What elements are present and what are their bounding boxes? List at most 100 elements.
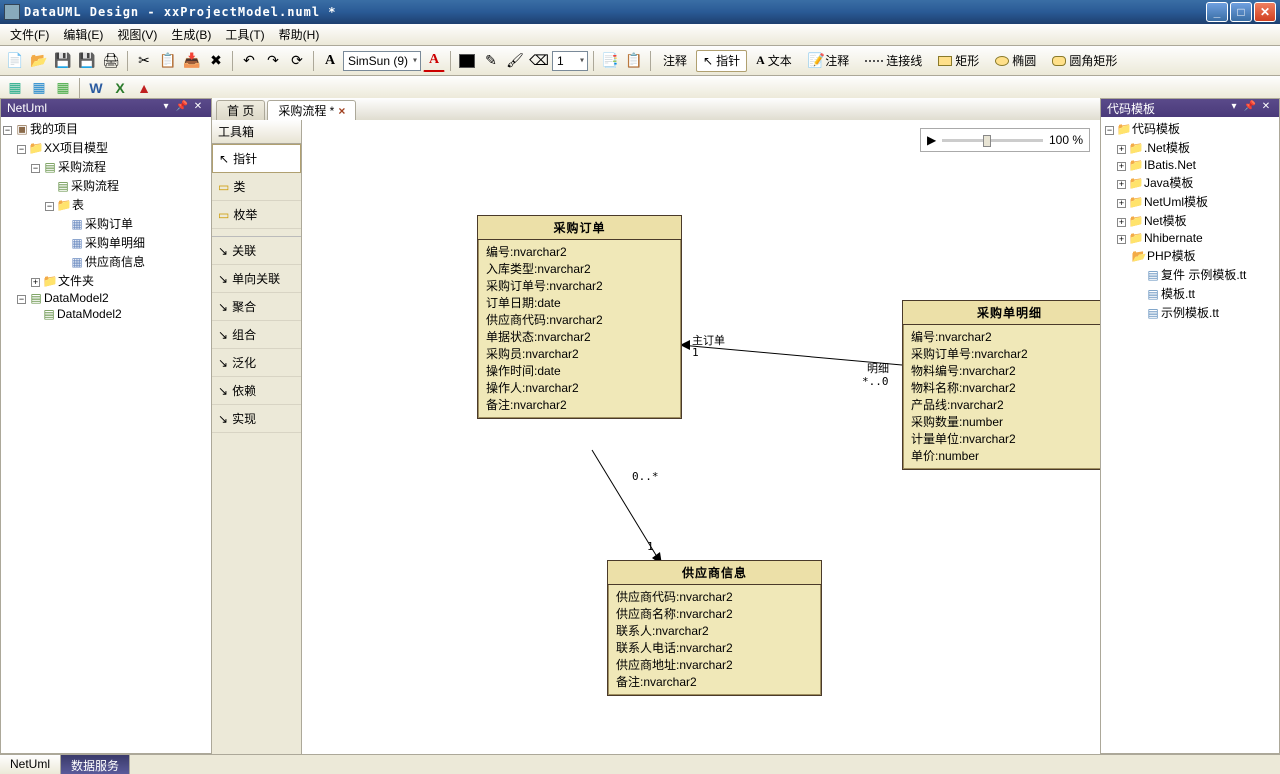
uml-class-supplier[interactable]: 供应商信息 供应商代码:nvarchar2 供应商名称:nvarchar2联系人…	[607, 560, 822, 696]
rpanel-pin-icon[interactable]: 📌	[1243, 101, 1257, 115]
menu-edit[interactable]: 编辑(E)	[57, 24, 109, 45]
tree-buyflow-diagram[interactable]: ▤采购流程	[3, 176, 209, 195]
tpl-folder[interactable]: +📁IBatis.Net	[1103, 157, 1277, 173]
tool-general[interactable]: ↘泛化	[212, 349, 301, 377]
tree-root[interactable]: −▣我的项目	[3, 119, 209, 138]
font-letter-icon[interactable]: A	[319, 50, 341, 72]
rpanel-close-icon[interactable]: ✕	[1259, 101, 1273, 115]
tpl-root[interactable]: −📁代码模板	[1103, 119, 1277, 138]
diagram-canvas[interactable]: ▶ 100 % 采购订单 编号:nvarchar2 入库类型:nvarchar2…	[302, 120, 1100, 754]
mode-comment[interactable]: 注释	[656, 50, 694, 72]
tree-projmodel[interactable]: −📁XX项目模型	[3, 138, 209, 157]
tree-table-detail[interactable]: ▦采购单明细	[3, 233, 209, 252]
minimize-button[interactable]: _	[1206, 2, 1228, 22]
font-color-icon[interactable]: A	[423, 50, 445, 72]
tb2-word-icon[interactable]: W	[85, 77, 107, 99]
pencil-icon[interactable]: ✎	[480, 50, 502, 72]
rpanel-menu-icon[interactable]: ▾	[1227, 101, 1241, 115]
save-all-icon[interactable]: 💾	[76, 50, 98, 72]
toolbox-title: 工具箱	[212, 120, 301, 144]
paste-icon[interactable]: 📥	[181, 50, 203, 72]
cut-icon[interactable]: ✂	[133, 50, 155, 72]
eraser-icon[interactable]: ⌫	[528, 50, 550, 72]
panel-pin-icon[interactable]: 📌	[175, 101, 189, 115]
delete-icon[interactable]: ✖	[205, 50, 227, 72]
tb2-a-icon[interactable]: ▦	[4, 77, 26, 99]
template-tree[interactable]: −📁代码模板 +📁.Net模板+📁IBatis.Net+📁Java模板+📁Net…	[1101, 117, 1279, 753]
tpl-folder[interactable]: +📁Java模板	[1103, 173, 1277, 192]
maximize-button[interactable]: □	[1230, 2, 1252, 22]
tpl-file[interactable]: ▤模板.tt	[1103, 284, 1277, 303]
panel-menu-icon[interactable]: ▾	[159, 101, 173, 115]
panel-close-icon[interactable]: ✕	[191, 101, 205, 115]
menu-build[interactable]: 生成(B)	[165, 24, 217, 45]
tpl-file[interactable]: ▤复件 示例模板.tt	[1103, 265, 1277, 284]
tool-compose[interactable]: ↘组合	[212, 321, 301, 349]
play-icon[interactable]: ▶	[927, 133, 936, 147]
tool-aggreg[interactable]: ↘聚合	[212, 293, 301, 321]
save-icon[interactable]: 💾	[52, 50, 74, 72]
tree-dm-diagram[interactable]: ▤DataModel2	[3, 306, 209, 322]
tb2-b-icon[interactable]: ▦	[28, 77, 50, 99]
brush-icon[interactable]: 🖌	[504, 50, 526, 72]
zoom-bar[interactable]: ▶ 100 %	[920, 128, 1090, 152]
tb2-pdf-icon[interactable]: ▲	[133, 77, 155, 99]
menu-view[interactable]: 视图(V)	[111, 24, 163, 45]
tool-assoc[interactable]: ↘关联	[212, 237, 301, 265]
menu-tool[interactable]: 工具(T)	[219, 24, 270, 45]
copy-format-icon[interactable]: 📑	[599, 50, 621, 72]
redo-icon[interactable]: ↷	[262, 50, 284, 72]
tool-realize[interactable]: ↘实现	[212, 405, 301, 433]
tree-buyflow[interactable]: −▤采购流程	[3, 157, 209, 176]
zoom-slider[interactable]	[942, 139, 1043, 142]
project-tree[interactable]: −▣我的项目 −📁XX项目模型 −▤采购流程 ▤采购流程 −📁表 ▦采购订单 ▦…	[1, 117, 211, 753]
status-tab-netuml[interactable]: NetUml	[0, 755, 61, 774]
mode-note[interactable]: 📝注释	[801, 50, 856, 72]
tb2-c-icon[interactable]: ▦	[52, 77, 74, 99]
tpl-folder[interactable]: +📁.Net模板	[1103, 138, 1277, 157]
menu-help[interactable]: 帮助(H)	[273, 24, 326, 45]
tool-dir-assoc[interactable]: ↘单向关联	[212, 265, 301, 293]
tpl-php[interactable]: 📂PHP模板	[1103, 246, 1277, 265]
copy-icon[interactable]: 📋	[157, 50, 179, 72]
tab-home[interactable]: 首 页	[216, 100, 265, 120]
tool-depend[interactable]: ↘依赖	[212, 377, 301, 405]
tool-class[interactable]: ▭类	[212, 173, 301, 201]
tpl-folder[interactable]: +📁NetUml模板	[1103, 192, 1277, 211]
mode-pointer[interactable]: ↖指针	[696, 50, 747, 72]
open-icon[interactable]: 📂	[28, 50, 50, 72]
tab-active[interactable]: 采购流程 *×	[267, 100, 356, 120]
tree-table-order[interactable]: ▦采购订单	[3, 214, 209, 233]
font-combo[interactable]: SimSun (9)	[343, 51, 421, 71]
tree-table-supplier[interactable]: ▦供应商信息	[3, 252, 209, 271]
mode-rect[interactable]: 矩形	[931, 50, 986, 72]
tool-enum[interactable]: ▭枚举	[212, 201, 301, 229]
tree-folders[interactable]: +📁文件夹	[3, 271, 209, 290]
close-button[interactable]: ✕	[1254, 2, 1276, 22]
fill-color-icon[interactable]	[456, 50, 478, 72]
tab-close-icon[interactable]: ×	[338, 104, 345, 118]
undo-icon[interactable]: ↶	[238, 50, 260, 72]
status-tab-data[interactable]: 数据服务	[61, 755, 130, 774]
tb2-excel-icon[interactable]: X	[109, 77, 131, 99]
tpl-folder[interactable]: +📁Net模板	[1103, 211, 1277, 230]
tpl-file[interactable]: ▤示例模板.tt	[1103, 303, 1277, 322]
paste-format-icon[interactable]: 📋	[623, 50, 645, 72]
mode-connector[interactable]: 连接线	[858, 50, 929, 72]
new-file-icon[interactable]: 📄	[4, 50, 26, 72]
dir-assoc-icon: ↘	[218, 272, 228, 286]
line-width-combo[interactable]: 1	[552, 51, 588, 71]
tpl-folder[interactable]: +📁Nhibernate	[1103, 230, 1277, 246]
tree-tables[interactable]: −📁表	[3, 195, 209, 214]
tree-datamodel[interactable]: −▤DataModel2	[3, 290, 209, 306]
print-icon[interactable]: 🖨	[100, 50, 122, 72]
uml-class-detail[interactable]: 采购单明细 编号:nvarchar2 采购订单号:nvarchar2 物料编号:…	[902, 300, 1100, 470]
tool-pointer[interactable]: ↖指针	[212, 144, 301, 173]
mode-roundrect[interactable]: 圆角矩形	[1045, 50, 1124, 72]
menu-file[interactable]: 文件(F)	[4, 24, 55, 45]
uml-class-order[interactable]: 采购订单 编号:nvarchar2 入库类型:nvarchar2采购订单号:nv…	[477, 215, 682, 419]
depend-icon: ↘	[218, 384, 228, 398]
mode-ellipse[interactable]: 椭圆	[988, 50, 1043, 72]
refresh-icon[interactable]: ⟳	[286, 50, 308, 72]
mode-text[interactable]: A文本	[749, 50, 799, 72]
